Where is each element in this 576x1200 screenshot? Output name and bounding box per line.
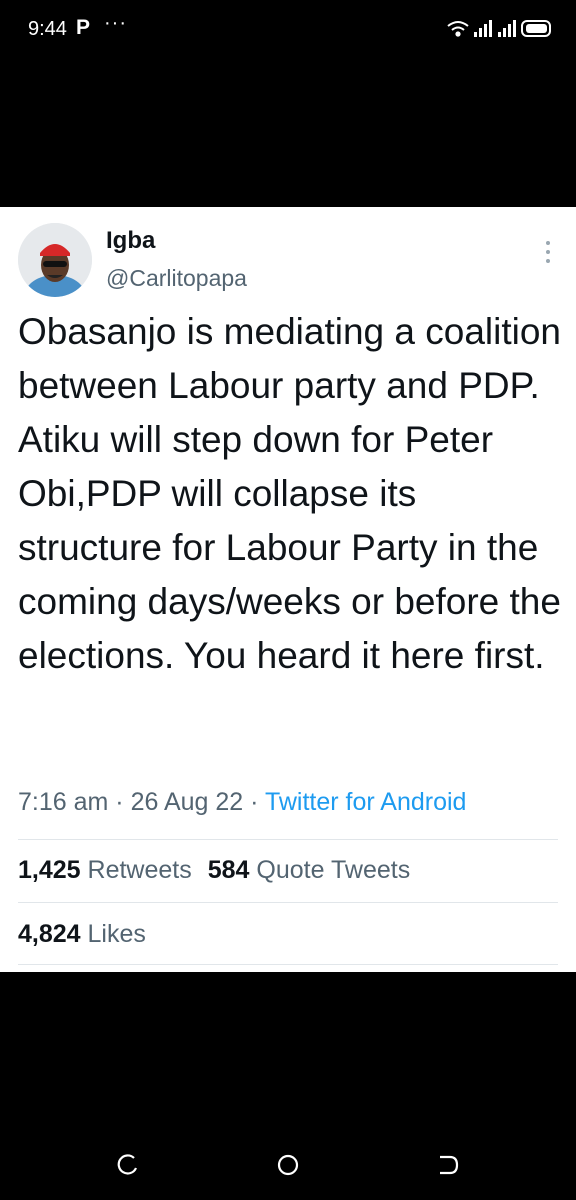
retweets-stat[interactable]: 1,425 Retweets xyxy=(18,856,192,884)
battery-icon xyxy=(521,20,551,37)
likes-count: 4,824 xyxy=(18,920,81,948)
more-options-icon[interactable] xyxy=(538,235,558,271)
home-icon[interactable] xyxy=(273,1150,303,1180)
divider xyxy=(18,964,558,965)
signal-icon xyxy=(474,20,492,37)
tweet-text: Obasanjo is mediating a coalition betwee… xyxy=(18,311,561,676)
quote-tweets-stat[interactable]: 584 Quote Tweets xyxy=(208,856,410,884)
display-name[interactable]: Igba xyxy=(106,227,155,255)
back-icon[interactable] xyxy=(432,1150,462,1180)
avatar[interactable] xyxy=(18,223,92,297)
status-time: 9:44 xyxy=(28,18,67,40)
app-notification-indicator: P xyxy=(76,16,91,39)
more-notifications-indicator: ··· xyxy=(104,12,127,34)
status-bar: 9:44 P ··· xyxy=(0,0,576,60)
retweets-label: Retweets xyxy=(87,856,192,884)
engagement-stats: 1,425 Retweets 584 Quote Tweets xyxy=(18,856,410,885)
username[interactable]: @Carlitopapa xyxy=(106,265,247,292)
status-icons xyxy=(446,16,556,40)
wifi-icon xyxy=(447,21,469,37)
tweet-card: Igba @Carlitopapa Obasanjo is mediating … xyxy=(0,207,576,972)
likes-label: Likes xyxy=(87,920,146,948)
meta-separator: · xyxy=(115,788,124,816)
likes-stat[interactable]: 4,824 Likes xyxy=(18,920,146,948)
navigation-bar xyxy=(0,1120,576,1200)
quote-tweets-label: Quote Tweets xyxy=(256,856,411,884)
tweet-source-link[interactable]: Twitter for Android xyxy=(265,788,466,816)
tweet-meta: 7:16 am · 26 Aug 22 · Twitter for Androi… xyxy=(18,788,466,817)
meta-separator: · xyxy=(250,788,259,816)
tweet-date[interactable]: 26 Aug 22 xyxy=(131,788,244,816)
recents-icon[interactable] xyxy=(114,1150,144,1180)
signal-icon xyxy=(498,20,516,37)
likes-row: 4,824 Likes xyxy=(18,920,146,949)
divider xyxy=(18,902,558,903)
retweets-count: 1,425 xyxy=(18,856,81,884)
divider xyxy=(18,839,558,840)
tweet-time: 7:16 am xyxy=(18,788,109,816)
quote-tweets-count: 584 xyxy=(207,856,250,884)
